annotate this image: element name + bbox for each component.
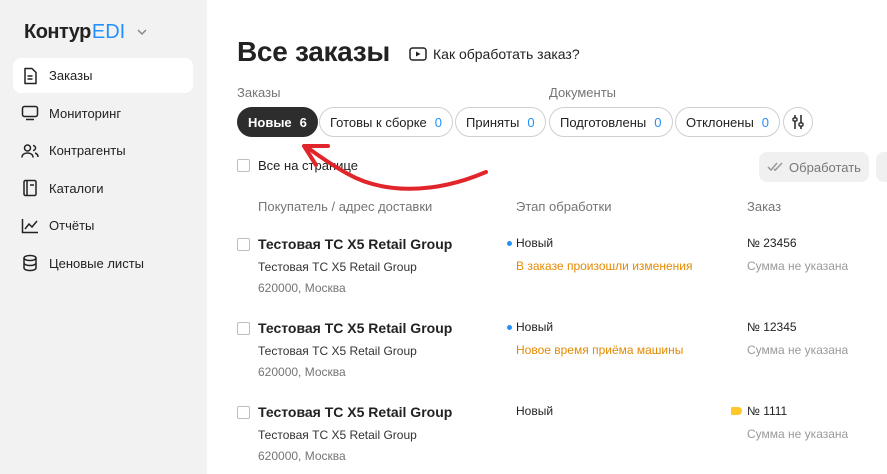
logo-brand: Контур	[24, 20, 91, 43]
buyer-sub: Тестовая ТС X5 Retail Group	[258, 260, 417, 274]
filter-settings-button[interactable]	[783, 107, 813, 137]
sidebar-item-monitoring[interactable]: Мониторинг	[13, 96, 193, 131]
buyer-name: Тестовая ТС X5 Retail Group	[258, 320, 453, 336]
filter-count: 0	[527, 114, 535, 130]
filter-label: Приняты	[466, 114, 520, 130]
users-icon	[21, 142, 39, 160]
filter-label: Новые	[248, 114, 292, 130]
order-number-label: № 12345	[747, 320, 797, 334]
logo[interactable]: Контур EDI	[24, 20, 149, 44]
filter-prepared[interactable]: Подготовлены 0	[549, 107, 673, 137]
stage-label: Новый	[516, 404, 554, 418]
stage-label: Новый	[516, 320, 554, 334]
select-all-checkbox[interactable]	[237, 159, 250, 172]
main-content: Все заказы Как обработать заказ? Заказы …	[207, 0, 887, 474]
buyer-name: Тестовая ТС X5 Retail Group	[258, 404, 453, 420]
process-label: Обработать	[789, 159, 861, 175]
sidebar-item-reports[interactable]: Отчёты	[13, 208, 193, 243]
stage-status: Новый	[507, 236, 554, 250]
filter-accepted[interactable]: Приняты 0	[455, 107, 546, 137]
document-icon	[21, 67, 39, 85]
row-checkbox[interactable]	[237, 238, 250, 251]
unread-dot	[507, 324, 512, 330]
sidebar-item-label: Ценовые листы	[49, 255, 144, 271]
sidebar-nav: Заказы Мониторинг Контрагенты Каталоги О…	[13, 58, 193, 283]
buyer-name: Тестовая ТС X5 Retail Group	[258, 236, 453, 252]
delivery-address: 620000, Москва	[258, 365, 346, 379]
row-checkbox[interactable]	[237, 406, 250, 419]
howto-label: Как обработать заказ?	[433, 46, 580, 62]
howto-link[interactable]: Как обработать заказ?	[409, 46, 580, 62]
sidebar: Контур EDI Заказы Мониторинг Контрагенты	[0, 0, 207, 474]
sliders-icon	[792, 115, 804, 129]
sidebar-item-label: Отчёты	[49, 218, 95, 233]
delivery-address: 620000, Москва	[258, 449, 346, 463]
orders-group-label: Заказы	[237, 85, 281, 100]
page-title: Все заказы	[237, 36, 391, 67]
stage-note: Новое время приёма машины	[516, 343, 684, 357]
order-number[interactable]: № 12345	[747, 320, 797, 334]
stage-label: Новый	[516, 236, 554, 250]
chart-icon	[21, 217, 39, 235]
filter-count: 0	[761, 114, 770, 130]
stage-status: Новый	[516, 404, 553, 418]
filter-label: Подготовлены	[560, 114, 647, 130]
sidebar-item-price-lists[interactable]: Ценовые листы	[13, 246, 193, 281]
catalog-icon	[21, 179, 39, 197]
order-number-label: № 1111	[747, 404, 788, 418]
stage-status: Новый	[507, 320, 554, 334]
filter-count: 6	[299, 114, 307, 130]
tag-icon	[731, 407, 742, 415]
monitor-icon	[21, 104, 39, 122]
unread-dot	[507, 240, 512, 246]
double-check-icon	[767, 162, 783, 172]
more-actions-button[interactable]	[876, 152, 887, 182]
filter-ready-to-assemble[interactable]: Готовы к сборке 0	[319, 107, 454, 137]
buyer-sub: Тестовая ТС X5 Retail Group	[258, 428, 417, 442]
sidebar-item-label: Мониторинг	[49, 105, 122, 121]
filter-label: Отклонены	[686, 114, 754, 130]
delivery-address: 620000, Москва	[258, 281, 346, 295]
filter-new[interactable]: Новые 6	[237, 107, 318, 137]
order-number-label: № 23456	[747, 236, 797, 250]
sidebar-item-label: Заказы	[49, 68, 93, 83]
column-header-stage[interactable]: Этап обработки	[516, 199, 611, 214]
order-number[interactable]: № 23456	[747, 236, 797, 250]
sidebar-item-catalogs[interactable]: Каталоги	[13, 171, 193, 206]
filter-count: 0	[434, 114, 443, 130]
filter-count: 0	[654, 114, 662, 130]
filter-rejected[interactable]: Отклонены 0	[675, 107, 781, 137]
video-icon	[409, 47, 427, 61]
order-number[interactable]: № 1111	[731, 404, 788, 418]
column-header-buyer[interactable]: Покупатель / адрес доставки	[258, 199, 432, 214]
sidebar-item-label: Каталоги	[49, 180, 104, 196]
sidebar-item-label: Контрагенты	[49, 143, 126, 158]
order-sum: Сумма не указана	[747, 343, 849, 357]
buyer-sub: Тестовая ТС X5 Retail Group	[258, 344, 417, 358]
order-sum: Сумма не указана	[747, 427, 849, 441]
select-all-label: Все на странице	[258, 158, 358, 173]
database-icon	[21, 254, 39, 272]
stage-note: В заказе произошли изменения	[516, 259, 693, 273]
sidebar-item-orders[interactable]: Заказы	[13, 58, 193, 93]
column-header-order[interactable]: Заказ	[747, 199, 781, 214]
order-sum: Сумма не указана	[747, 259, 849, 273]
logo-product: EDI	[91, 20, 126, 43]
row-checkbox[interactable]	[237, 322, 250, 335]
chevron-down-icon[interactable]	[135, 25, 149, 39]
filter-label: Готовы к сборке	[330, 114, 427, 130]
process-button[interactable]: Обработать	[759, 152, 869, 182]
documents-group-label: Документы	[549, 85, 617, 100]
sidebar-item-counterparties[interactable]: Контрагенты	[13, 133, 193, 168]
